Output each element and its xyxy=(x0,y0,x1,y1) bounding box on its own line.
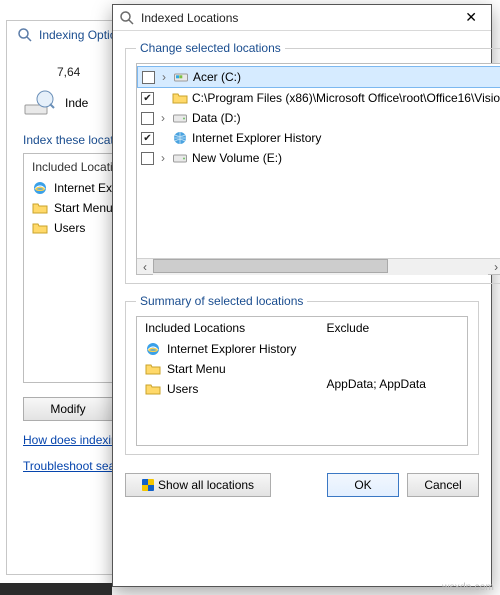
summary-legend: Summary of selected locations xyxy=(136,294,307,308)
summary-item[interactable]: Users xyxy=(145,379,311,399)
tree-checkbox[interactable] xyxy=(142,71,155,84)
summary-item[interactable]: Start Menu xyxy=(145,359,311,379)
modify-button[interactable]: Modify xyxy=(23,397,113,421)
index-status: Inde xyxy=(65,96,88,110)
drive-win-icon xyxy=(173,69,189,85)
summary-exclude-value xyxy=(327,357,460,375)
folder-icon xyxy=(172,90,188,106)
scroll-thumb[interactable] xyxy=(153,259,388,273)
summary-item-label: Internet Explorer History xyxy=(167,342,296,356)
summary-col-included: Included Locations xyxy=(145,321,311,335)
search-glass-icon xyxy=(17,27,33,43)
summary-item-label: Start Menu xyxy=(167,362,226,376)
scroll-track[interactable] xyxy=(153,259,488,275)
tree-row-label: Data (D:) xyxy=(192,111,241,125)
globe-icon xyxy=(172,130,188,146)
tree-row-label: C:\Program Files (x86)\Microsoft Office\… xyxy=(192,91,500,105)
search-glass-icon xyxy=(119,10,135,26)
change-locations-legend: Change selected locations xyxy=(136,41,285,55)
folder-icon xyxy=(145,361,161,377)
summary-exclude-value: AppData; AppData xyxy=(327,375,460,393)
show-all-locations-button[interactable]: Show all locations xyxy=(125,473,271,497)
tree-checkbox[interactable] xyxy=(141,92,154,105)
drive-icon xyxy=(172,150,188,166)
dialog-titlebar: Indexed Locations ✕ xyxy=(113,5,491,31)
summary-item[interactable]: Internet Explorer History xyxy=(145,339,311,359)
tree-row[interactable]: Internet Explorer History xyxy=(137,128,500,148)
drive-glass-icon xyxy=(23,87,55,119)
included-location-label: Users xyxy=(54,221,85,235)
summary-col-exclude: Exclude xyxy=(327,321,460,335)
indexed-locations-dialog: Indexed Locations ✕ Change selected loca… xyxy=(112,4,492,587)
tree-expander[interactable]: › xyxy=(159,70,169,84)
drive-icon xyxy=(172,110,188,126)
ie-icon xyxy=(32,180,48,196)
close-button[interactable]: ✕ xyxy=(445,9,485,26)
folder-icon xyxy=(32,200,48,216)
summary-box: Included Locations Internet Explorer His… xyxy=(136,316,468,446)
tree-checkbox[interactable] xyxy=(141,112,154,125)
folder-icon xyxy=(32,220,48,236)
locations-tree[interactable]: › Acer (C:) C:\Program Files (x86)\Microso… xyxy=(136,63,500,275)
dialog-title: Indexed Locations xyxy=(135,11,445,25)
tree-row-label: Acer (C:) xyxy=(193,70,241,84)
tree-horizontal-scrollbar[interactable]: ‹ › xyxy=(137,258,500,274)
tree-expander[interactable]: › xyxy=(158,111,168,125)
ok-button[interactable]: OK xyxy=(327,473,399,497)
change-locations-group: Change selected locations › Acer (C:) C:\P… xyxy=(125,41,500,284)
tree-expander[interactable]: › xyxy=(158,151,168,165)
cancel-button[interactable]: Cancel xyxy=(407,473,479,497)
tree-row[interactable]: › Acer (C:) xyxy=(137,66,500,88)
tree-row[interactable]: C:\Program Files (x86)\Microsoft Office\… xyxy=(137,88,500,108)
scroll-left-button[interactable]: ‹ xyxy=(137,259,153,275)
tree-checkbox[interactable] xyxy=(141,132,154,145)
tree-checkbox[interactable] xyxy=(141,152,154,165)
included-location-label: Start Menu xyxy=(54,201,113,215)
tree-row-label: Internet Explorer History xyxy=(192,131,321,145)
taskbar-sliver xyxy=(0,583,112,595)
tree-row[interactable]: › Data (D:) xyxy=(137,108,500,128)
tree-row[interactable]: › New Volume (E:) xyxy=(137,148,500,168)
summary-exclude-value xyxy=(327,339,460,357)
summary-group: Summary of selected locations Included L… xyxy=(125,294,479,455)
ie-icon xyxy=(145,341,161,357)
tree-row-label: New Volume (E:) xyxy=(192,151,282,165)
folder-icon xyxy=(145,381,161,397)
watermark: wsxdn.com xyxy=(442,582,494,593)
scroll-right-button[interactable]: › xyxy=(488,259,500,275)
summary-item-label: Users xyxy=(167,382,198,396)
